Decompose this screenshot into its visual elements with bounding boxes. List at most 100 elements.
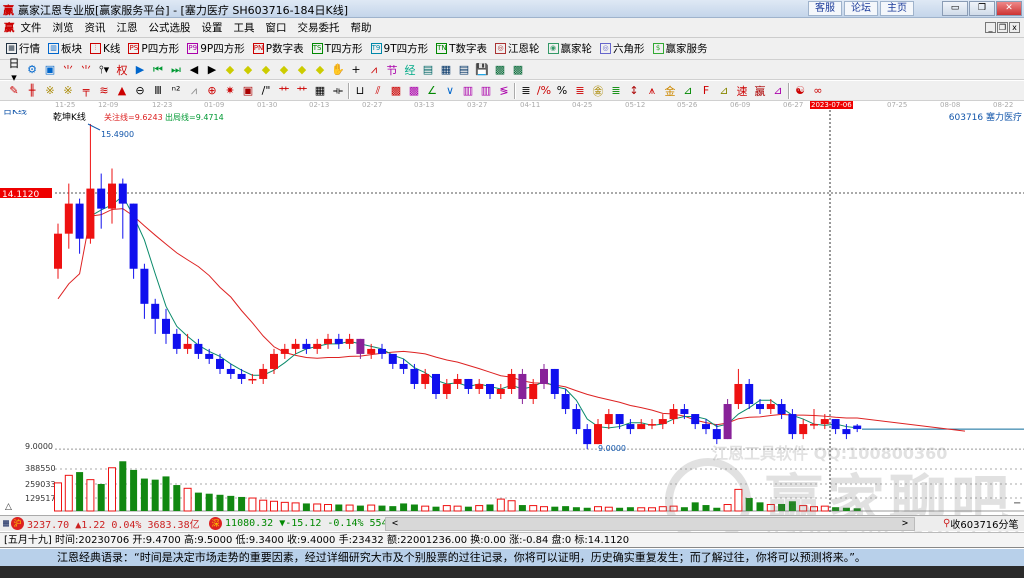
calculator-icon[interactable]: ▦ bbox=[438, 63, 454, 76]
close-button[interactable]: ✕ bbox=[996, 1, 1022, 16]
zoom-3-icon[interactable]: ◆ bbox=[258, 63, 274, 76]
toolbar-hexagon-button[interactable]: ◎ 六角形 bbox=[600, 41, 645, 56]
menu-browse[interactable]: 浏览 bbox=[53, 20, 74, 35]
menu-news[interactable]: 资讯 bbox=[85, 20, 106, 35]
grid-icon[interactable]: ▦ bbox=[312, 84, 328, 97]
pen-icon[interactable]: ✎ bbox=[6, 84, 22, 97]
report-icon[interactable]: ▤ bbox=[456, 63, 472, 76]
homepage-link[interactable]: 主页 bbox=[880, 1, 914, 16]
pattern-1-icon[interactable]: ▩ bbox=[388, 84, 404, 97]
menu-settings[interactable]: 设置 bbox=[202, 20, 223, 35]
mdi-close-button[interactable]: x bbox=[1009, 22, 1020, 33]
angle-3-icon[interactable]: ⊿ bbox=[716, 84, 732, 97]
draw-icon[interactable]: ⩘ bbox=[366, 63, 382, 77]
menu-formula-screen[interactable]: 公式选股 bbox=[149, 20, 191, 35]
mdi-restore-button[interactable]: ❐ bbox=[997, 22, 1008, 33]
zoom-1-icon[interactable]: ◆ bbox=[222, 63, 238, 76]
zoom-4-icon[interactable]: ◆ bbox=[276, 63, 292, 76]
range-icon[interactable]: ⟛ bbox=[330, 84, 346, 98]
last-icon[interactable]: ⏭ bbox=[168, 63, 184, 77]
prev-icon[interactable]: ◀ bbox=[186, 63, 202, 76]
table-2-icon[interactable]: ▥ bbox=[478, 84, 494, 97]
shanghai-index[interactable]: 3237.70 ▲1.22 0.04% 3683.38亿 bbox=[27, 516, 207, 531]
gold-circle-icon[interactable]: ㊎ bbox=[590, 83, 606, 99]
calendar-icon[interactable]: ▤ bbox=[420, 63, 436, 76]
percent-lines-icon[interactable]: ≣ bbox=[572, 84, 588, 97]
fib-fan-icon[interactable]: F bbox=[698, 84, 714, 97]
info-icon[interactable]: ▣ bbox=[42, 63, 58, 76]
menu-tools[interactable]: 工具 bbox=[234, 20, 255, 35]
forum-link[interactable]: 论坛 bbox=[844, 1, 878, 16]
toolbar-p-number-table-button[interactable]: PN P数字表 bbox=[252, 41, 304, 56]
rights-icon[interactable]: 权 bbox=[114, 62, 130, 78]
star-icon[interactable]: ✷ bbox=[222, 84, 238, 97]
lines-icon[interactable]: ╫ bbox=[24, 84, 40, 97]
truck-icon[interactable]: ▩ bbox=[510, 63, 526, 76]
gann-fan-1-icon[interactable]: ※ bbox=[42, 84, 58, 97]
save-icon[interactable]: 💾 bbox=[474, 63, 490, 76]
toolbar-9p-square-button[interactable]: P9 9P四方形 bbox=[187, 41, 245, 56]
toolbar-winner-wheel-button[interactable]: ◉ 赢家轮 bbox=[547, 41, 592, 56]
toolbar-p-square-button[interactable]: PS P四方形 bbox=[128, 41, 179, 56]
cycle-icon[interactable]: ⊔ bbox=[352, 84, 368, 97]
toolbar-winner-service-button[interactable]: $ 赢家服务 bbox=[652, 41, 708, 56]
bars-icon[interactable]: Ⅲ bbox=[150, 84, 166, 97]
economy-icon[interactable]: 经 bbox=[402, 62, 418, 78]
scroll-right-button[interactable]: > bbox=[902, 518, 908, 530]
menu-gann[interactable]: 江恩 bbox=[117, 20, 138, 35]
menu-window[interactable]: 窗口 bbox=[266, 20, 287, 35]
scroll-left-button[interactable]: < bbox=[392, 518, 398, 530]
square-icon[interactable]: ⁿ² bbox=[168, 84, 184, 97]
angle-4-icon[interactable]: ⊿ bbox=[770, 84, 786, 97]
zoom-5-icon[interactable]: ◆ bbox=[294, 63, 310, 76]
menu-help[interactable]: 帮助 bbox=[351, 20, 372, 35]
mdi-minimize-button[interactable]: _ bbox=[985, 22, 996, 33]
toolbar-kline-button[interactable]: ⫶ K线 bbox=[90, 41, 120, 56]
toolbar-quote-button[interactable]: ▦ 行情 bbox=[6, 41, 40, 56]
winner-icon[interactable]: 嬴 bbox=[752, 83, 768, 99]
hand-icon[interactable]: ✋ bbox=[330, 63, 346, 76]
level-icon[interactable]: ⩚ bbox=[644, 84, 660, 98]
expand-button[interactable]: − bbox=[1013, 498, 1021, 509]
indicator-2-icon[interactable]: ⺌ bbox=[78, 62, 94, 78]
speed-icon[interactable]: 速 bbox=[734, 83, 750, 99]
circle-icon[interactable]: ⊖ bbox=[132, 84, 148, 97]
wave-icon[interactable]: ≋ bbox=[96, 84, 112, 97]
box-icon[interactable]: ▣ bbox=[240, 84, 256, 97]
gold-lines-icon[interactable]: ≣ bbox=[608, 84, 624, 97]
toolbar-sector-button[interactable]: ▥ 板块 bbox=[48, 41, 82, 56]
festival-icon[interactable]: 节 bbox=[384, 62, 400, 78]
next-icon[interactable]: ▶ bbox=[204, 63, 220, 76]
indicator-1-icon[interactable]: ⺌ bbox=[60, 62, 76, 78]
time-icon-b[interactable]: 艹 bbox=[294, 83, 310, 99]
customer-service-link[interactable]: 客服 bbox=[808, 1, 842, 16]
toolbar-9t-square-button[interactable]: T9 9T四方形 bbox=[370, 41, 428, 56]
percent-icon[interactable]: % bbox=[554, 84, 570, 97]
fan-icon[interactable]: ⫽ bbox=[370, 84, 386, 98]
crosshair-icon[interactable]: + bbox=[348, 63, 364, 76]
fib-icon[interactable]: ╤ bbox=[78, 84, 94, 97]
triangle-icon[interactable]: ▲ bbox=[114, 84, 130, 97]
infinity-icon[interactable]: ∞ bbox=[810, 84, 826, 97]
v-icon[interactable]: ∨ bbox=[442, 84, 458, 97]
taiji-icon[interactable]: ☯ bbox=[792, 84, 808, 97]
angle-2-icon[interactable]: ⊿ bbox=[680, 84, 696, 97]
candle-type-icon[interactable]: ⫯▾ bbox=[96, 63, 112, 77]
lines-2-icon[interactable]: ≶ bbox=[496, 84, 512, 97]
pattern-2-icon[interactable]: ▩ bbox=[406, 84, 422, 97]
network-icon[interactable]: ▩ bbox=[492, 63, 508, 76]
minimize-button[interactable]: ▭ bbox=[942, 1, 968, 16]
flag-icon[interactable]: ▶ bbox=[132, 63, 148, 76]
gann-fan-2-icon[interactable]: ※ bbox=[60, 84, 76, 97]
horizontal-scrollbar[interactable]: < > bbox=[385, 516, 916, 531]
pitchfork-icon[interactable]: ⩘ bbox=[186, 84, 202, 98]
first-icon[interactable]: ⏮ bbox=[150, 63, 166, 77]
zoom-6-icon[interactable]: ◆ bbox=[312, 63, 328, 76]
zoom-2-icon[interactable]: ◆ bbox=[240, 63, 256, 76]
period-dropdown-icon[interactable]: 日▾ bbox=[6, 55, 22, 84]
arrows-icon[interactable]: ↕ bbox=[626, 84, 642, 97]
toolbar-t-number-table-button[interactable]: TN T数字表 bbox=[436, 41, 487, 56]
angle-line-icon[interactable]: ∠ bbox=[424, 84, 440, 97]
table-1-icon[interactable]: ▥ bbox=[460, 84, 476, 97]
angle-icon[interactable]: /" bbox=[258, 84, 274, 97]
